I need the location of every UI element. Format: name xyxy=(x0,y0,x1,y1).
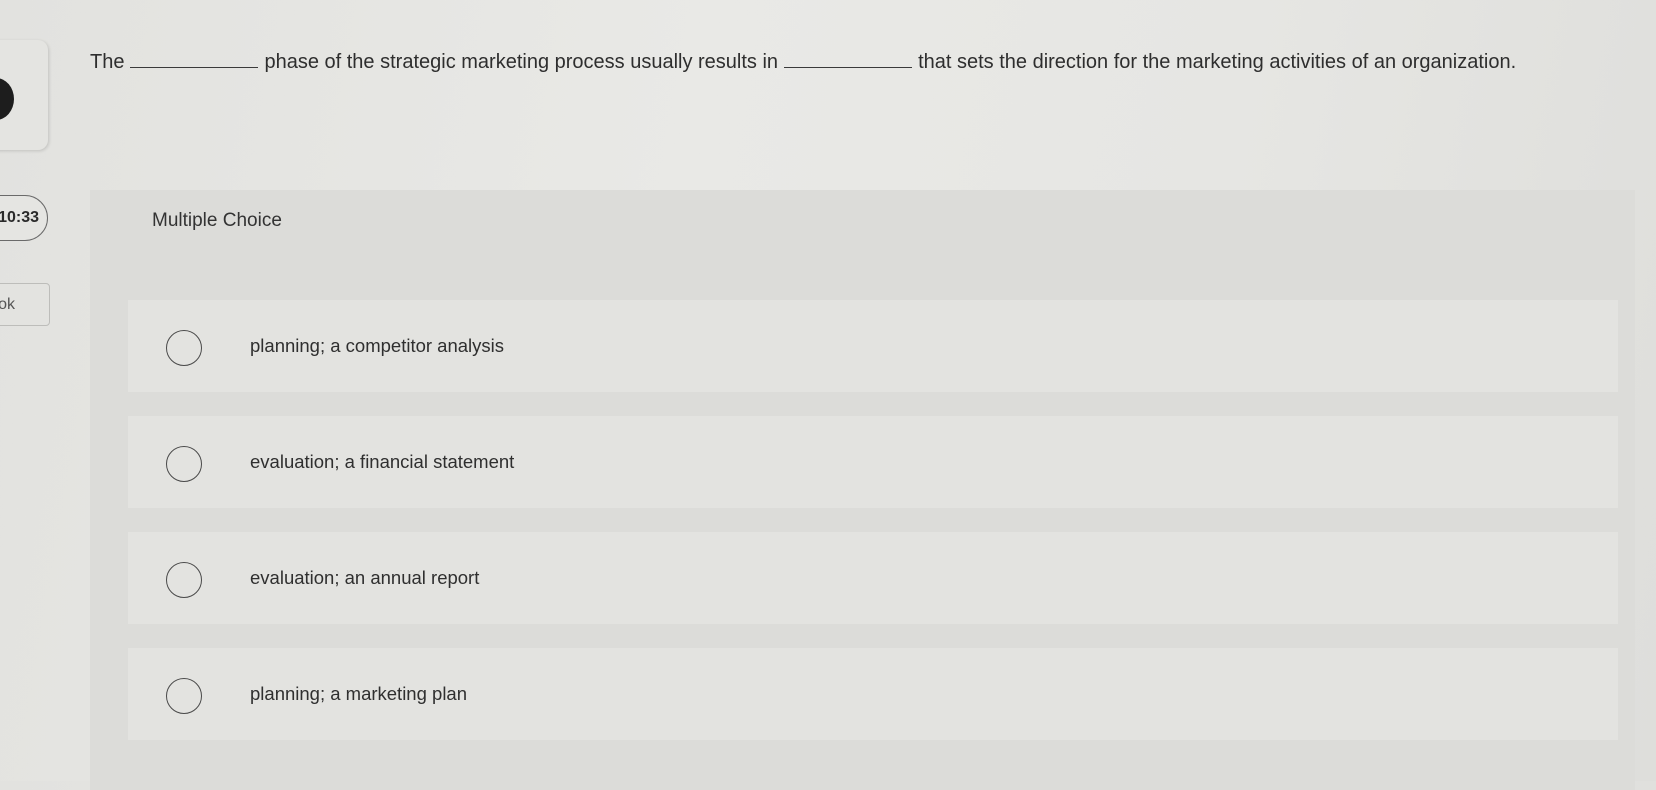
question-part-1: The xyxy=(90,51,125,73)
question-text: The phase of the strategic marketing proc… xyxy=(90,47,1570,78)
timer-text: 10:33 xyxy=(0,209,39,226)
answer-option-text: planning; a marketing plan xyxy=(250,683,468,704)
multiple-choice-label: Multiple Choice xyxy=(152,210,282,231)
answer-option[interactable]: planning; a marketing plan xyxy=(128,648,1618,740)
answer-option-text: evaluation; a financial statement xyxy=(250,451,515,472)
timer-badge: 10:33 xyxy=(0,195,48,241)
answer-option-text: planning; a competitor analysis xyxy=(250,335,505,356)
multiple-choice-panel: Multiple Choice planning; a competitor a… xyxy=(90,190,1635,790)
radio-button[interactable] xyxy=(166,678,202,714)
radio-button[interactable] xyxy=(166,330,202,366)
answer-option-text: evaluation; an annual report xyxy=(250,567,480,588)
answer-option[interactable]: planning; a competitor analysis xyxy=(128,300,1618,392)
radio-button[interactable] xyxy=(166,562,202,598)
radio-button[interactable] xyxy=(166,446,202,482)
blank-2 xyxy=(784,67,913,68)
blank-1 xyxy=(130,67,259,68)
question-part-3: that sets the direction for the marketin… xyxy=(918,51,1517,73)
answer-option[interactable]: evaluation; an annual report xyxy=(128,532,1618,624)
question-part-2: phase of the strategic marketing process… xyxy=(264,51,779,73)
ebook-tab[interactable]: ok xyxy=(0,283,50,326)
answer-option[interactable]: evaluation; a financial statement xyxy=(128,416,1618,508)
ebook-tab-label: ok xyxy=(0,295,15,313)
